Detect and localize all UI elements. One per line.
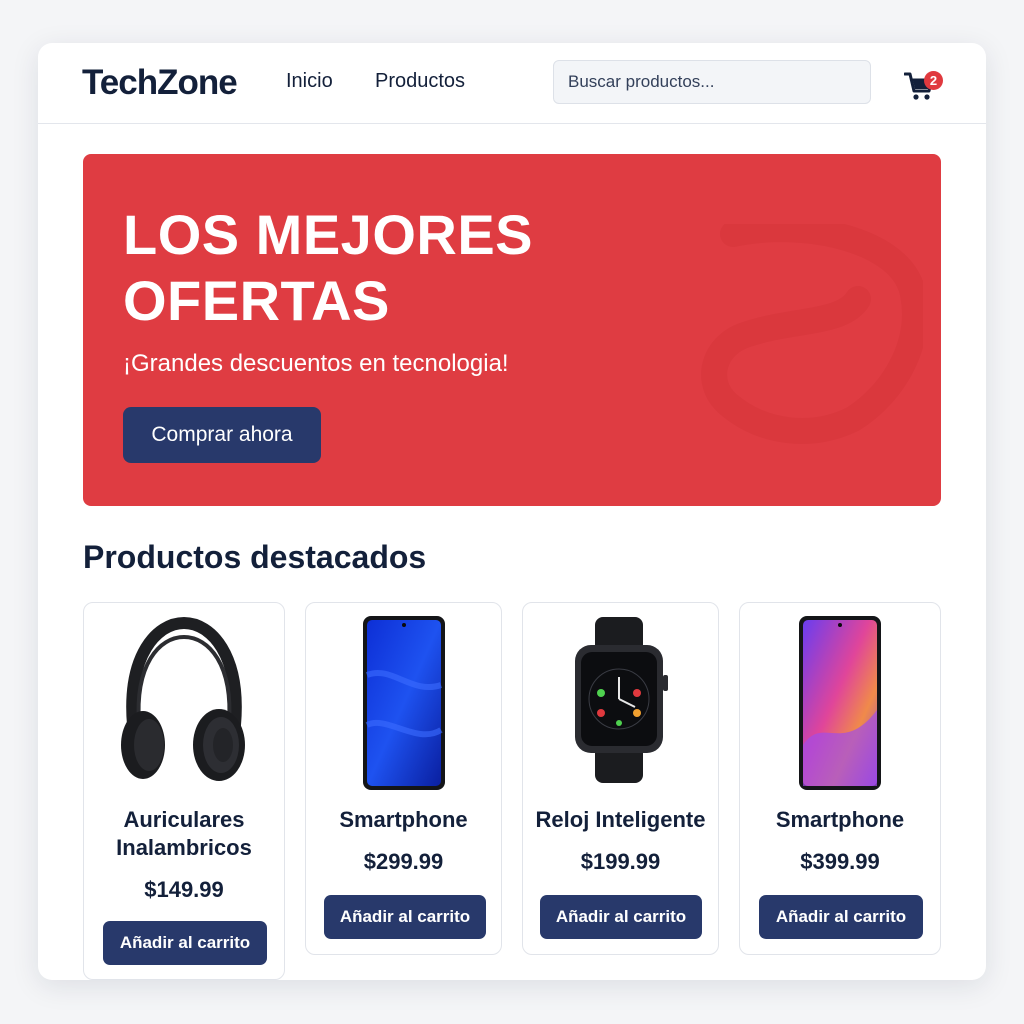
banner-title-line2: OFERTAS xyxy=(123,269,390,332)
product-name: Auriculares Inalambricos xyxy=(116,807,252,860)
product-price: $149.99 xyxy=(144,877,224,902)
product-price: $299.99 xyxy=(363,849,444,874)
logo[interactable]: TechZone xyxy=(82,63,238,103)
product-card-smartwatch[interactable]: Reloj Inteligente $199.99 Añadir al carr… xyxy=(522,602,719,955)
product-price: $399.99 xyxy=(800,849,880,874)
promo-banner: LOS MEJORES OFERTAS ¡Grandes descuentos … xyxy=(83,154,941,506)
smartphone-icon xyxy=(362,616,445,790)
nav-link-inicio[interactable]: Inicio xyxy=(286,70,333,93)
product-name: Reloj Inteligente xyxy=(535,807,706,832)
headphones-icon xyxy=(121,616,245,781)
product-card-smartphone-blue[interactable]: Smartphone $299.99 Añadir al carrito xyxy=(305,602,502,955)
banner-decoration xyxy=(701,224,923,444)
add-to-cart-button[interactable]: Añadir al carrito xyxy=(759,895,923,939)
product-image xyxy=(740,615,940,791)
add-to-cart-button[interactable]: Añadir al carrito xyxy=(103,921,267,965)
product-image xyxy=(84,615,284,791)
product-price: $199.99 xyxy=(580,849,661,874)
store-page: TechZone Inicio Productos 2 LOS MEJORES … xyxy=(38,43,986,980)
product-name: Smartphone xyxy=(339,807,468,832)
add-to-cart-button[interactable]: Añadir al carrito xyxy=(324,895,486,939)
product-card-smartphone-purple[interactable]: Smartphone $399.99 Añadir al carrito xyxy=(739,602,941,955)
cart-count-badge: 2 xyxy=(924,71,943,90)
product-name: Smartphone xyxy=(775,807,905,832)
nav-link-productos[interactable]: Productos xyxy=(375,70,465,93)
product-image xyxy=(306,615,501,791)
featured-products-heading: Productos destacados xyxy=(83,539,427,575)
top-header: TechZone Inicio Productos 2 xyxy=(38,43,986,124)
cart-button[interactable]: 2 xyxy=(904,67,944,103)
banner-title-line1: LOS MEJORES xyxy=(123,203,534,266)
banner-subtitle: ¡Grandes descuentos en tecnologia! xyxy=(123,350,509,377)
product-card-headphones[interactable]: Auriculares Inalambricos $149.99 Añadir … xyxy=(83,602,285,980)
smartphone-icon xyxy=(799,616,881,790)
banner-title: LOS MEJORES OFERTAS xyxy=(123,202,533,334)
product-image xyxy=(523,615,718,791)
search-input[interactable] xyxy=(553,60,871,104)
smartwatch-icon xyxy=(574,617,668,783)
shop-now-button[interactable]: Comprar ahora xyxy=(123,407,321,463)
add-to-cart-button[interactable]: Añadir al carrito xyxy=(540,895,702,939)
